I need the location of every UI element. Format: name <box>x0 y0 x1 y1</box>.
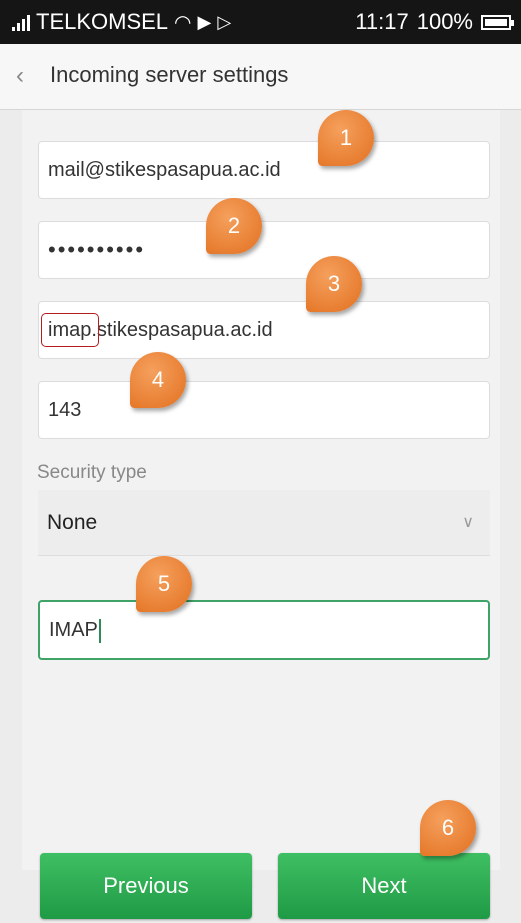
app-header: ‹ Incoming server settings <box>0 44 521 110</box>
play-store-icon: ▶ <box>197 11 212 32</box>
password-field[interactable]: •••••••••• <box>38 221 490 279</box>
next-button[interactable]: Next <box>278 853 490 919</box>
wifi-icon: ◠ <box>174 11 192 34</box>
chevron-left-icon[interactable]: ‹ <box>16 62 24 90</box>
email-value: mail@stikespasapua.ac.id <box>48 159 281 181</box>
battery-icon <box>481 14 514 30</box>
signal-icon <box>12 13 30 31</box>
security-type-select[interactable]: None ∨ <box>38 490 490 556</box>
protocol-field[interactable]: IMAP <box>38 600 490 660</box>
callout-marker-6: 6 <box>420 800 476 856</box>
security-type-label: Security type <box>37 462 147 483</box>
previous-button[interactable]: Previous <box>40 853 252 919</box>
port-field[interactable]: 143 <box>38 381 490 439</box>
callout-marker-3: 3 <box>306 256 362 312</box>
text-cursor <box>98 618 101 643</box>
callout-marker-2: 2 <box>206 198 262 254</box>
password-value: •••••••••• <box>48 237 146 262</box>
battery-percent: 100% <box>416 9 473 34</box>
callout-marker-1: 1 <box>318 110 374 166</box>
page-title: Incoming server settings <box>50 62 289 87</box>
chevron-down-icon: ∨ <box>462 514 474 531</box>
callout-marker-5: 5 <box>136 556 192 612</box>
imap-highlight-box <box>41 313 99 347</box>
incoming-server-field[interactable]: imap.stikespasapua.ac.id <box>38 301 490 359</box>
carrier-name: TELKOMSEL <box>36 9 169 34</box>
clock: 11:17 <box>355 9 409 34</box>
protocol-value: IMAP <box>49 619 98 641</box>
email-field[interactable]: mail@stikespasapua.ac.id <box>38 141 490 199</box>
status-bar: TELKOMSEL ◠ ▶ ▷ 11:17 100% <box>0 0 521 44</box>
security-type-value: None <box>47 511 98 534</box>
callout-marker-4: 4 <box>130 352 186 408</box>
download-icon: ▷ <box>217 11 232 32</box>
port-value: 143 <box>48 399 82 421</box>
